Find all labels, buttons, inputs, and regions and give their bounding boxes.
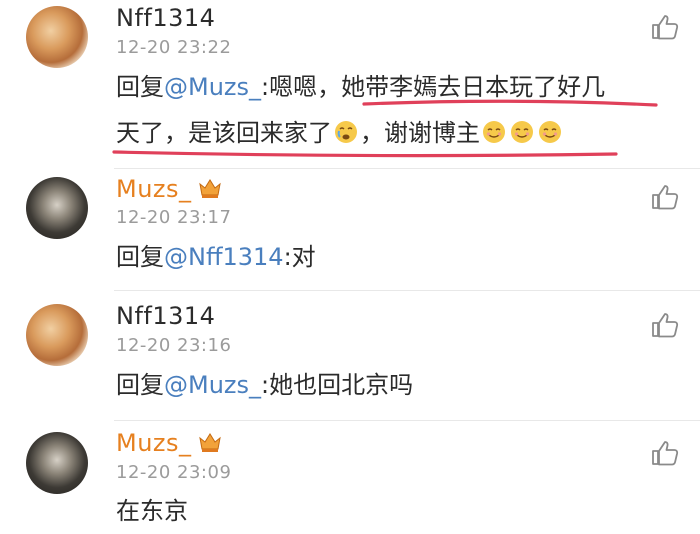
comment-text-line2-tail: ，谢谢博主 [360,119,480,147]
comment-text: 回复@Nff1314:对 [116,234,316,280]
thumbs-up-icon[interactable] [650,439,680,467]
timestamp: 12-20 23:22 [116,37,232,58]
crown-badge-icon [198,433,221,452]
avatar[interactable] [26,6,88,68]
avatar[interactable] [26,304,88,366]
username-text[interactable]: Muzs_ [116,429,192,457]
divider [114,420,700,421]
avatar[interactable] [26,432,88,494]
timestamp: 12-20 23:17 [116,207,232,228]
username[interactable]: Muzs_ [116,175,222,203]
thumbs-up-icon[interactable] [650,13,680,41]
reply-prefix: 回复 [116,73,164,101]
comment-text-body: :对 [283,243,316,271]
username[interactable]: Nff1314 [116,4,215,32]
smile-emoji-icon [511,121,533,143]
reply-prefix: 回复 [116,371,164,399]
divider [114,290,700,291]
timestamp: 12-20 23:09 [116,462,232,483]
smile-emoji-icon [483,121,505,143]
comment-text-line2: 天了，是该回来家了 [116,119,332,147]
comment-item: Nff1314 12-20 23:22 回复@Muzs_:嗯嗯，她带李嫣去日本玩… [0,0,700,170]
thumbs-up-icon[interactable] [650,183,680,211]
handdrawn-underline-1 [362,99,658,107]
comment-text-body: :她也回北京吗 [261,371,414,399]
reply-prefix: 回复 [116,243,164,271]
username[interactable]: Nff1314 [116,302,215,330]
timestamp: 12-20 23:16 [116,335,232,356]
smile-emoji-icon [539,121,561,143]
username[interactable]: Muzs_ [116,429,222,457]
thumbs-up-icon[interactable] [650,311,680,339]
crying-emoji-icon [335,121,357,143]
mention-link[interactable]: @Muzs_ [164,73,261,101]
mention-link[interactable]: @Muzs_ [164,371,261,399]
mention-link[interactable]: @Nff1314 [164,243,284,271]
divider [114,168,700,169]
comment-item: Muzs_ 12-20 23:09 在东京 [0,422,700,525]
comment-text: 回复@Muzs_:她也回北京吗 [116,362,413,408]
comment-item: Nff1314 12-20 23:16 回复@Muzs_:她也回北京吗 [0,292,700,422]
avatar[interactable] [26,177,88,239]
username-text[interactable]: Muzs_ [116,175,192,203]
handdrawn-underline-2 [112,150,618,158]
comment-item: Muzs_ 12-20 23:17 回复@Nff1314:对 [0,170,700,288]
comment-text: 在东京 [116,497,188,525]
crown-badge-icon [198,179,221,198]
